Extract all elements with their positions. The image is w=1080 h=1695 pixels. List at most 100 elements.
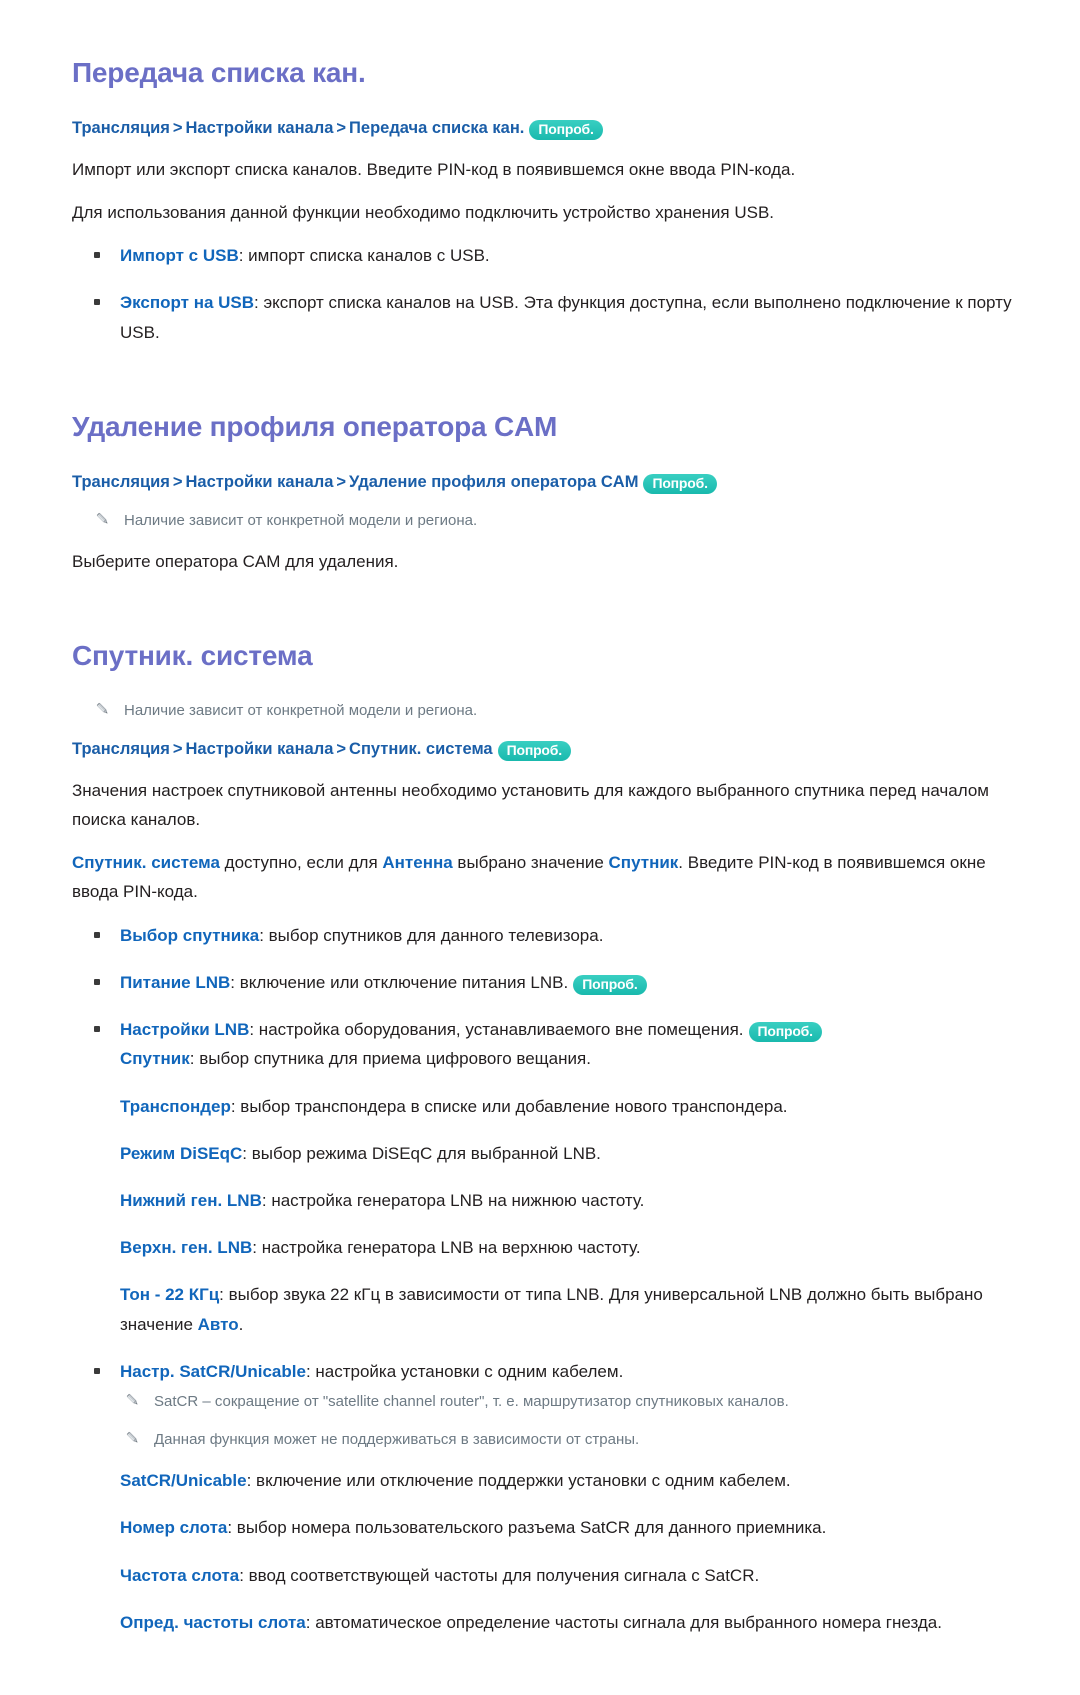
try-it-badge[interactable]: Попроб. xyxy=(573,974,647,996)
breadcrumb-item-channel-settings[interactable]: Настройки канала xyxy=(186,473,334,491)
bullet-marker-icon xyxy=(94,931,100,938)
breadcrumb-separator: > xyxy=(336,119,347,137)
try-it-badge[interactable]: Попроб. xyxy=(529,120,603,141)
note-satcr-abbreviation: SatCR – сокращение от "satellite channel… xyxy=(72,1390,1020,1414)
note-text: Наличие зависит от конкретной модели и р… xyxy=(124,701,478,719)
list-item: SatCR/Unicable: включение или отключение… xyxy=(72,1466,1020,1495)
list-item: Частота слота: ввод соответствующей част… xyxy=(72,1561,1020,1590)
page-title: Спутник. система xyxy=(72,639,313,671)
list-item: Настройки LNB: настройка оборудования, у… xyxy=(72,1015,1020,1044)
list-item-term: Транспондер xyxy=(120,1096,231,1116)
list-item-term: Тон - 22 КГц xyxy=(120,1285,220,1305)
breadcrumb: Трансляция > Настройки канала > Удаление про… xyxy=(72,470,1020,495)
paragraph-select-cam: Выберите оператора CAM для удаления. xyxy=(72,551,399,571)
paragraph-import-export: Импорт или экспорт списка каналов. Введи… xyxy=(72,159,796,179)
option-list-satellite: Выбор спутника: выбор спутников для данн… xyxy=(72,921,1020,1045)
breadcrumb-item-broadcast[interactable]: Трансляция xyxy=(72,473,170,491)
list-item-term: Верхн. ген. LNB xyxy=(120,1238,253,1258)
list-item-term: Режим DiSEqC xyxy=(120,1143,243,1163)
list-item-description: : выбор спутника для приема цифрового ве… xyxy=(189,1049,591,1069)
breadcrumb-item-current[interactable]: Удаление профиля оператора CAM xyxy=(349,473,638,491)
breadcrumb-item-broadcast[interactable]: Трансляция xyxy=(72,119,170,137)
option-list-satcr: Настр. SatCR/Unicable: настройка установ… xyxy=(72,1357,1020,1386)
list-item-description: : настройка генератора LNB на верхнюю ча… xyxy=(252,1238,641,1258)
list-item-description: : выбор номера пользовательского разъема… xyxy=(227,1518,827,1538)
inline-term-auto: Авто xyxy=(197,1314,239,1334)
pencil-icon xyxy=(94,510,112,528)
list-item-description: : автоматическое определение частоты сиг… xyxy=(305,1612,942,1632)
list-item: Экспорт на USB: экспорт списка каналов н… xyxy=(72,288,1020,346)
paragraph-satellite-intro: Значения настроек спутниковой антенны не… xyxy=(72,780,989,829)
list-item-term: Опред. частоты слота xyxy=(120,1612,306,1632)
breadcrumb-separator: > xyxy=(172,472,183,491)
breadcrumb: Трансляция > Настройки канала > Спутник. сис… xyxy=(72,737,1020,762)
note-text: SatCR – сокращение от "satellite channel… xyxy=(154,1393,789,1411)
note-model-region: Наличие зависит от конкретной модели и р… xyxy=(72,509,1020,533)
breadcrumb-separator: > xyxy=(172,119,183,137)
list-item: Спутник: выбор спутника для приема цифро… xyxy=(72,1044,1020,1073)
list-item-description: : настройка генератора LNB на нижнюю час… xyxy=(261,1191,645,1210)
pencil-icon xyxy=(124,1391,142,1409)
pencil-icon xyxy=(94,700,112,718)
breadcrumb-separator: > xyxy=(172,739,183,758)
list-item-description: : импорт списка каналов с USB. xyxy=(238,246,490,266)
bullet-marker-icon xyxy=(94,1026,100,1033)
list-item: Выбор спутника: выбор спутников для данн… xyxy=(72,921,1020,950)
note-text: Данная функция может не поддерживаться в… xyxy=(154,1431,640,1449)
try-it-badge[interactable]: Попроб. xyxy=(643,473,717,495)
paragraph-satellite-availability: Спутник. система доступно, если для Анте… xyxy=(72,848,1012,906)
list-item-term: Выбор спутника xyxy=(120,925,260,945)
list-item-description: : выбор звука 22 кГц в зависимости от ти… xyxy=(120,1285,983,1334)
note-country-support: Данная функция может не поддерживаться в… xyxy=(72,1428,1020,1452)
section-transfer-channel-list: Передача списка кан. Трансляция > Настройк… xyxy=(72,55,1020,347)
section-satellite-system: Спутник. система Наличие зависит от конк… xyxy=(72,638,1020,1637)
breadcrumb: Трансляция > Настройки канала > Передача спи… xyxy=(72,116,1020,141)
list-item: Импорт с USB: импорт списка каналов с US… xyxy=(72,241,1020,270)
list-item-term: Настр. SatCR/Unicable xyxy=(120,1361,306,1381)
paragraph-usb-required: Для использования данной функции необход… xyxy=(72,202,775,222)
section-delete-cam-operator-profile: Удаление профиля оператора CAM Трансляци… xyxy=(72,409,1020,576)
list-item: Режим DiSEqC: выбор режима DiSEqC для вы… xyxy=(72,1139,1020,1168)
list-item-term: Номер слота xyxy=(120,1518,228,1538)
list-item: Транспондер: выбор транспондера в списке… xyxy=(72,1092,1020,1121)
inline-text: выбрано значение xyxy=(452,853,609,873)
list-item-term: Частота слота xyxy=(120,1565,240,1585)
list-item: Нижний ген. LNB: настройка генератора LN… xyxy=(72,1186,1020,1215)
try-it-badge[interactable]: Попроб. xyxy=(497,740,571,762)
breadcrumb-item-channel-settings[interactable]: Настройки канала xyxy=(186,740,334,758)
list-item-description: : включение или отключение питания LNB. xyxy=(230,972,569,992)
list-item-description-tail: . xyxy=(238,1314,244,1334)
pencil-icon xyxy=(124,1429,142,1447)
try-it-badge[interactable]: Попроб. xyxy=(748,1022,822,1043)
list-item-term: Экспорт на USB xyxy=(120,293,255,313)
list-item: Питание LNB: включение или отключение пи… xyxy=(72,968,1020,997)
bullet-marker-icon xyxy=(94,978,100,985)
breadcrumb-item-current[interactable]: Передача списка кан. xyxy=(349,119,524,137)
note-model-region: Наличие зависит от конкретной модели и р… xyxy=(72,699,1020,723)
inline-term-satellite-system: Спутник. система xyxy=(72,853,220,873)
bullet-marker-icon xyxy=(94,1367,100,1374)
page-title: Удаление профиля оператора CAM xyxy=(72,410,558,442)
list-item-description: : настройка установки с одним кабелем. xyxy=(305,1361,624,1381)
breadcrumb-separator: > xyxy=(336,472,347,491)
breadcrumb-item-channel-settings[interactable]: Настройки канала xyxy=(186,119,334,137)
inline-term-satellite: Спутник xyxy=(608,853,679,873)
breadcrumb-item-current[interactable]: Спутник. система xyxy=(349,740,493,758)
inline-text: доступно, если для xyxy=(219,853,383,873)
list-item-tone-22khz: Тон - 22 КГц: выбор звука 22 кГц в завис… xyxy=(72,1280,1020,1338)
list-item-term: Питание LNB xyxy=(120,972,231,992)
bullet-marker-icon xyxy=(94,252,100,259)
list-item: Опред. частоты слота: автоматическое опр… xyxy=(72,1608,1020,1637)
list-item-description: : включение или отключение поддержки уст… xyxy=(246,1471,791,1491)
list-item-description: : экспорт списка каналов на USB. Эта фун… xyxy=(120,293,1012,342)
list-item-term: Импорт с USB xyxy=(120,246,239,266)
list-item: Верхн. ген. LNB: настройка генератора LN… xyxy=(72,1233,1020,1262)
list-item-description: : выбор режима DiSEqC для выбранной LNB. xyxy=(242,1143,601,1163)
list-item-term: Спутник xyxy=(120,1049,190,1069)
list-item-description: : ввод соответствующей частоты для получ… xyxy=(239,1565,760,1585)
list-item-term: Настройки LNB xyxy=(120,1020,250,1040)
page-title: Передача списка кан. xyxy=(72,57,366,88)
list-item-description: : настройка оборудования, устанавливаемо… xyxy=(249,1020,744,1040)
list-item: Номер слота: выбор номера пользовательск… xyxy=(72,1513,1020,1542)
breadcrumb-item-broadcast[interactable]: Трансляция xyxy=(72,740,170,758)
